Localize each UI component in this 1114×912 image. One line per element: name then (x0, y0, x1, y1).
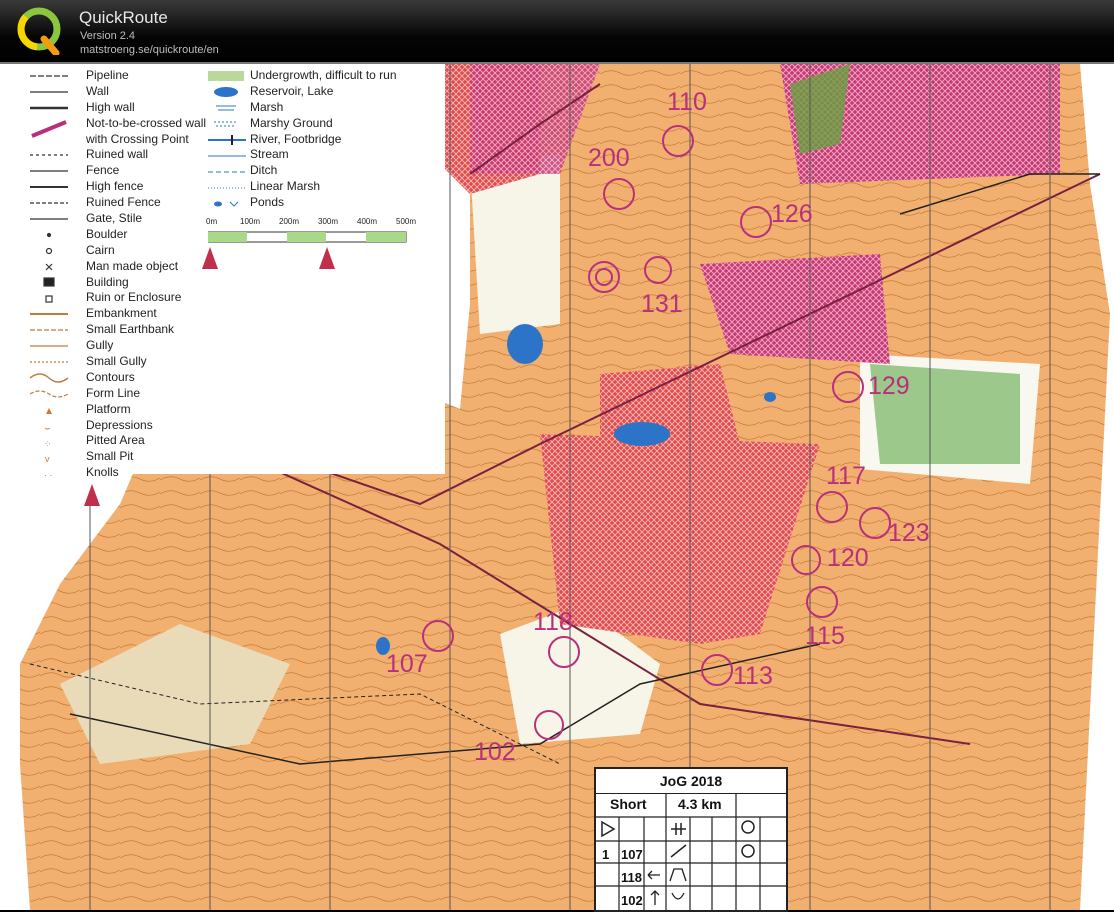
app-name: QuickRoute (79, 8, 168, 27)
control-label: 117 (826, 462, 866, 490)
legend-item: Form Line (86, 385, 141, 400)
legend-item: Man made object (86, 258, 179, 273)
app-version: Version 2.4 (80, 30, 136, 42)
arrow-left-icon (647, 870, 660, 880)
legend-item: Gate, Stile (86, 211, 143, 226)
north-arrow-icon (84, 484, 100, 506)
app-url[interactable]: matstroeng.se/quickroute/en (80, 44, 219, 56)
legend-item: Not-to-be-crossed wall (86, 115, 207, 130)
legend-symbols-icon: ⌣ ⁘ v · · (30, 75, 69, 480)
svg-text:· ·: · · (44, 470, 53, 480)
legend-item: Ponds (250, 195, 285, 210)
legend-item: Ruined wall (86, 147, 149, 162)
legend-item: Platform (86, 401, 131, 416)
svg-text:⁘: ⁘ (44, 439, 52, 449)
crossing-point-icon (671, 823, 686, 835)
scale-label: 300m (318, 217, 339, 226)
control-label: 123 (888, 519, 930, 547)
legend-item: Pitted Area (86, 433, 145, 448)
legend-item: Ruin or Enclosure (86, 290, 182, 305)
legend-list-left: Pipeline Wall High wall Not-to-be-crosse… (86, 68, 206, 481)
legend-item: Marshy Ground (250, 115, 333, 130)
legend-item: River, Footbridge (250, 131, 342, 146)
finish-icon (741, 820, 755, 834)
earthbank-icon (669, 868, 687, 882)
legend-item: Building (86, 274, 129, 289)
course-length: 4.3 km (678, 796, 722, 812)
depression-icon (671, 892, 685, 900)
legend-right-symbols-icon (208, 71, 246, 207)
legend-item: Depressions (86, 417, 153, 432)
control-label: 102 (474, 738, 516, 766)
svg-text:⌣: ⌣ (44, 423, 51, 434)
control-label: 107 (386, 650, 428, 678)
legend-item: Small Pit (86, 449, 134, 464)
legend-item: Ditch (250, 163, 278, 178)
control-label: 129 (868, 372, 910, 400)
control-label: 115 (805, 622, 845, 650)
legend-item: Fence (86, 163, 120, 178)
legend-item: Marsh (250, 99, 284, 114)
legend-item: Pipeline (86, 68, 129, 82)
legend-item: Embankment (86, 306, 157, 321)
control-label: 118 (533, 608, 573, 636)
scale-label: 100m (240, 217, 261, 226)
north-arrow-icon (202, 247, 335, 269)
legend-item: Boulder (86, 226, 128, 241)
map-viewport[interactable]: ⌣ ⁘ v · · Pipeline Wall High wall Not-to… (0, 62, 1114, 912)
start-triangle-icon (601, 820, 616, 838)
control-label: 120 (827, 544, 869, 572)
legend-item: Undergrowth, difficult to run (250, 68, 397, 82)
control-description-sheet: JoG 2018 Short 4.3 km 1 107 118 102 (594, 767, 788, 912)
map-legend: ⌣ ⁘ v · · Pipeline Wall High wall Not-to… (0, 64, 445, 480)
scale-label: 400m (357, 217, 378, 226)
legend-item: Small Earthbank (86, 322, 175, 337)
title-bar: QuickRoute Version 2.4 matstroeng.se/qui… (0, 0, 1114, 62)
legend-item: High wall (86, 99, 135, 114)
arrow-up-icon (650, 890, 660, 905)
course-class: Short (610, 796, 647, 812)
control-code: 102 (621, 893, 643, 908)
row-number: 1 (602, 847, 610, 862)
control-label: 113 (733, 662, 773, 690)
legend-item: Small Gully (86, 354, 147, 369)
legend-list-right: Undergrowth, difficult to run Reservoir,… (250, 68, 397, 211)
legend-item: Cairn (86, 242, 115, 257)
legend-item: with Crossing Point (86, 131, 189, 146)
svg-text:v: v (45, 454, 50, 464)
control-label: 126 (771, 200, 813, 228)
scale-label: 500m (396, 217, 417, 226)
legend-item: Knolls (86, 465, 119, 480)
legend-item: Stream (250, 147, 289, 162)
quickroute-logo-icon (17, 7, 61, 55)
control-label: 131 (641, 290, 683, 318)
legend-item: Wall (86, 83, 109, 98)
scale-bar (208, 231, 407, 243)
scale-label: 0m (206, 217, 218, 226)
legend-item: Reservoir, Lake (250, 83, 334, 98)
legend-item: Gully (86, 338, 114, 353)
legend-item: Linear Marsh (250, 179, 321, 194)
legend-item: Contours (86, 369, 135, 384)
legend-item: High fence (86, 179, 144, 194)
event-title: JoG 2018 (596, 769, 786, 794)
gully-icon (670, 844, 687, 858)
control-code: 118 (621, 870, 642, 885)
control-code: 107 (621, 847, 643, 862)
scale-label: 200m (279, 217, 300, 226)
legend-item: Ruined Fence (86, 195, 161, 210)
control-label: 200 (588, 144, 630, 172)
control-label: 110 (667, 88, 707, 116)
